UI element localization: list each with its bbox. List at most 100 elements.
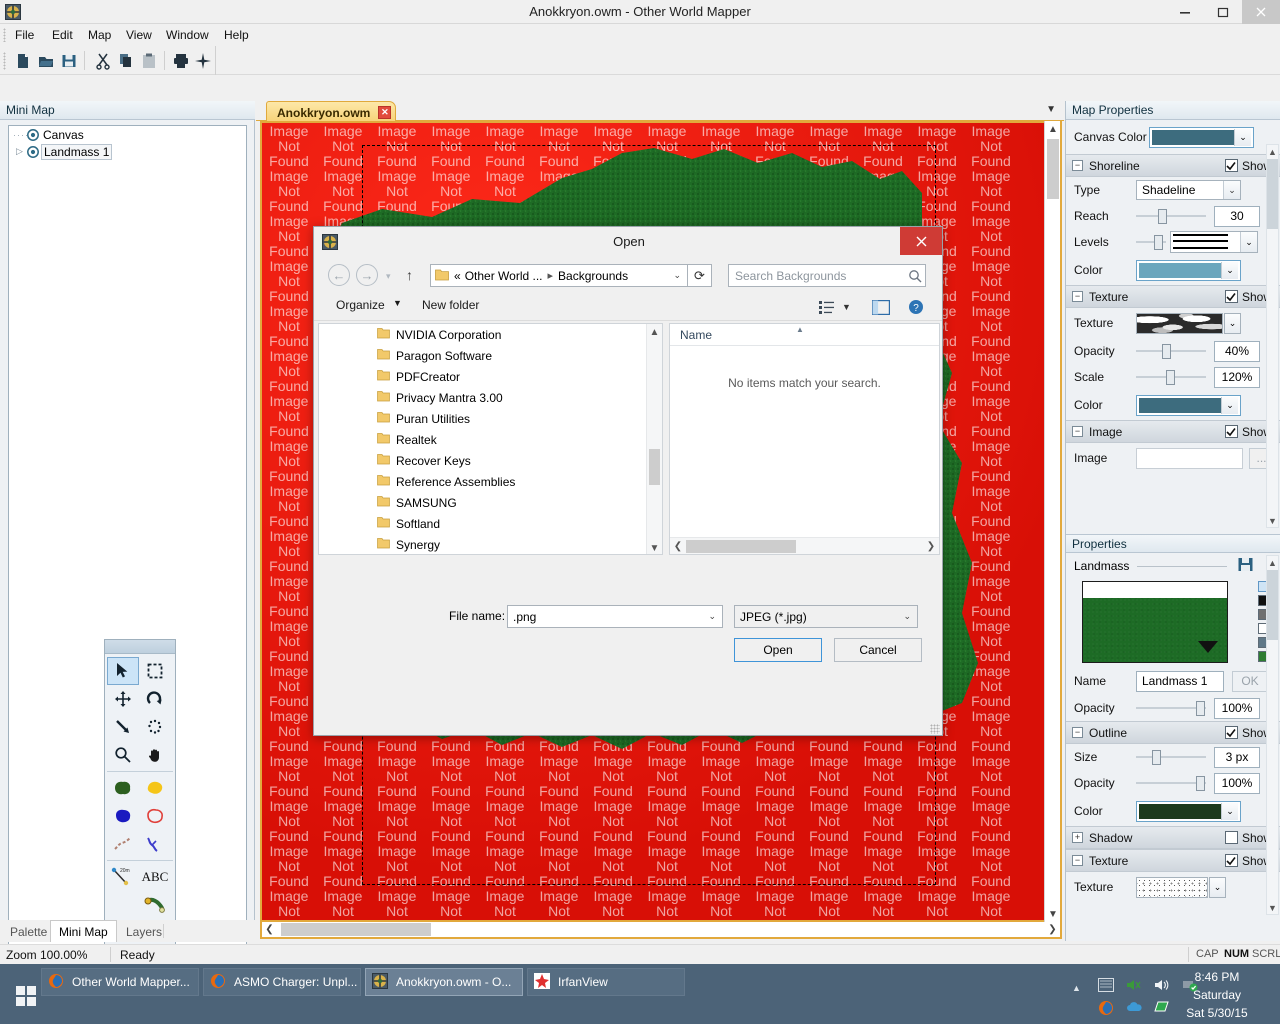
landmass-texture-combo[interactable]: ⌄ xyxy=(1136,877,1226,898)
scroll-thumb[interactable] xyxy=(1267,570,1278,640)
checkbox-unchecked-icon[interactable] xyxy=(1225,831,1238,844)
slider-thumb[interactable] xyxy=(1158,209,1167,224)
text-tool[interactable]: ABC xyxy=(139,863,171,891)
outline-opacity-slider[interactable] xyxy=(1136,775,1206,791)
outline-show-toggle[interactable]: Show xyxy=(1225,726,1272,740)
open-folder-icon[interactable] xyxy=(35,50,57,72)
new-file-icon[interactable] xyxy=(12,50,34,72)
properties-scrollbar[interactable]: ▲ ▼ xyxy=(1266,555,1279,915)
chevron-down-icon[interactable]: ⌄ xyxy=(1234,129,1251,146)
texture-group-header[interactable]: − Texture Show xyxy=(1066,285,1280,308)
landmass-texture-show-toggle[interactable]: Show xyxy=(1225,854,1272,868)
minimize-icon[interactable] xyxy=(1166,0,1204,24)
scroll-up-icon[interactable]: ▲ xyxy=(1267,556,1278,569)
horizontal-scroll-thumb[interactable] xyxy=(686,540,796,553)
visibility-eye-icon[interactable] xyxy=(26,145,40,159)
breadcrumb-segment-current[interactable]: Backgrounds xyxy=(558,269,628,283)
tree-item-landmass-1[interactable]: ▷ Landmass 1 xyxy=(9,143,246,160)
outline-size-value[interactable]: 3 px xyxy=(1214,747,1260,768)
file-list-horizontal-scrollbar[interactable]: ❮ ❯ xyxy=(670,537,939,554)
slider-thumb[interactable] xyxy=(1154,235,1163,250)
taskbar-item-anokkryon[interactable]: Anokkryon.owm - O... xyxy=(365,968,523,996)
menu-view[interactable]: View xyxy=(119,27,159,44)
shoreline-reach-value[interactable]: 30 xyxy=(1214,206,1260,227)
canvas-color-picker[interactable]: ⌄ xyxy=(1149,127,1254,148)
landmass-texture-group-header[interactable]: − Texture Show xyxy=(1066,849,1280,872)
maximize-icon[interactable] xyxy=(1204,0,1242,24)
water-body-tool[interactable] xyxy=(107,802,139,830)
region-outline-tool[interactable] xyxy=(139,802,171,830)
chevron-down-icon[interactable]: ▼ xyxy=(393,298,402,308)
checkbox-checked-icon[interactable] xyxy=(1225,159,1238,172)
sparkle-icon[interactable] xyxy=(192,50,214,72)
image-group-header[interactable]: − Image Show xyxy=(1066,420,1280,443)
chevron-down-icon[interactable]: ⌄ xyxy=(1221,262,1238,279)
menu-window[interactable]: Window xyxy=(159,27,216,44)
taskbar-clock[interactable]: 8:46 PM Saturday Sat 5/30/15 xyxy=(1162,968,1272,1022)
shoreline-type-combo[interactable]: Shadeline ⌄ xyxy=(1136,180,1241,200)
folder-item[interactable]: Softland xyxy=(319,513,662,534)
chevron-down-icon[interactable]: ⌄ xyxy=(1221,397,1238,414)
checkbox-checked-icon[interactable] xyxy=(1225,425,1238,438)
landmass-fill-preview[interactable] xyxy=(1082,581,1228,663)
paste-icon[interactable] xyxy=(138,50,160,72)
back-arrow-icon[interactable]: ← xyxy=(328,264,350,286)
shoreline-color-picker[interactable]: ⌄ xyxy=(1136,260,1241,281)
scroll-up-icon[interactable]: ▲ xyxy=(1045,121,1061,137)
folder-pane-scrollbar[interactable]: ▲ ▼ xyxy=(646,324,662,555)
menu-map[interactable]: Map xyxy=(81,27,118,44)
outline-group-header[interactable]: − Outline Show xyxy=(1066,721,1280,744)
preview-pane-icon[interactable] xyxy=(872,297,890,317)
visibility-eye-icon[interactable] xyxy=(26,128,40,142)
shadow-group-header[interactable]: + Shadow Show xyxy=(1066,826,1280,849)
chevron-down-icon[interactable]: ⌄ xyxy=(1224,313,1241,334)
collapse-icon[interactable]: − xyxy=(1072,160,1083,171)
marquee-select-tool[interactable] xyxy=(139,657,171,685)
address-bar[interactable]: « Other World ... ▸ Backgrounds ⌄ xyxy=(430,264,688,287)
folder-item[interactable]: SAMSUNG xyxy=(319,492,662,513)
chevron-right-icon[interactable]: ▷ xyxy=(13,146,26,157)
scroll-down-icon[interactable]: ▼ xyxy=(1267,514,1278,527)
texture-opacity-slider[interactable] xyxy=(1136,343,1206,359)
file-list-pane[interactable]: Name ▲ No items match your search. ❮ ❯ xyxy=(669,323,940,555)
texture-color-picker[interactable]: ⌄ xyxy=(1136,395,1241,416)
tab-palette[interactable]: Palette xyxy=(2,922,55,942)
search-input[interactable]: Search Backgrounds xyxy=(728,264,926,287)
shoreline-levels-combo[interactable]: ⌄ xyxy=(1170,231,1258,253)
close-icon[interactable] xyxy=(1242,0,1280,24)
open-button[interactable]: Open xyxy=(734,638,822,662)
outline-opacity-value[interactable]: 100% xyxy=(1214,773,1260,794)
menu-edit[interactable]: Edit xyxy=(45,27,80,44)
landmass-tool[interactable] xyxy=(107,774,139,802)
save-disk-icon[interactable] xyxy=(58,50,80,72)
close-tab-icon[interactable]: ✕ xyxy=(378,106,391,119)
folder-item[interactable]: Puran Utilities xyxy=(319,408,662,429)
folder-item[interactable]: PDFCreator xyxy=(319,366,662,387)
shoreline-group-header[interactable]: − Shoreline Show xyxy=(1066,154,1280,177)
image-show-toggle[interactable]: Show xyxy=(1225,425,1272,439)
scroll-left-icon[interactable]: ❮ xyxy=(670,541,686,552)
landmass-opacity-slider[interactable] xyxy=(1136,700,1206,716)
close-icon[interactable] xyxy=(900,227,942,255)
slider-thumb[interactable] xyxy=(1152,750,1161,765)
outline-size-slider[interactable] xyxy=(1136,749,1206,765)
chevron-down-icon[interactable]: ⌄ xyxy=(1209,877,1226,898)
shoreline-levels-slider[interactable] xyxy=(1136,234,1166,250)
file-type-combo[interactable]: JPEG (*.jpg) ⌄ xyxy=(734,605,918,628)
texture-scale-value[interactable]: 120% xyxy=(1214,367,1260,388)
route-pin-tool[interactable] xyxy=(139,891,171,919)
vertical-scroll-thumb[interactable] xyxy=(1047,139,1059,199)
canvas-horizontal-scrollbar[interactable]: ❮ ❯ xyxy=(260,922,1062,939)
horizontal-scroll-track[interactable] xyxy=(277,922,1045,937)
chevron-down-icon[interactable]: ▼ xyxy=(842,297,851,317)
chevron-down-icon[interactable]: ⌄ xyxy=(673,270,681,281)
save-disk-icon[interactable] xyxy=(1237,556,1254,576)
help-icon[interactable]: ? xyxy=(908,297,924,317)
rotate-tool[interactable] xyxy=(139,685,171,713)
scroll-right-icon[interactable]: ❯ xyxy=(923,541,939,552)
shadow-show-toggle[interactable]: Show xyxy=(1225,831,1272,845)
shoreline-show-toggle[interactable]: Show xyxy=(1225,159,1272,173)
chevron-down-icon[interactable]: ▼ xyxy=(1046,104,1056,115)
landmass-opacity-value[interactable]: 100% xyxy=(1214,698,1260,719)
image-path-field[interactable] xyxy=(1136,448,1243,469)
